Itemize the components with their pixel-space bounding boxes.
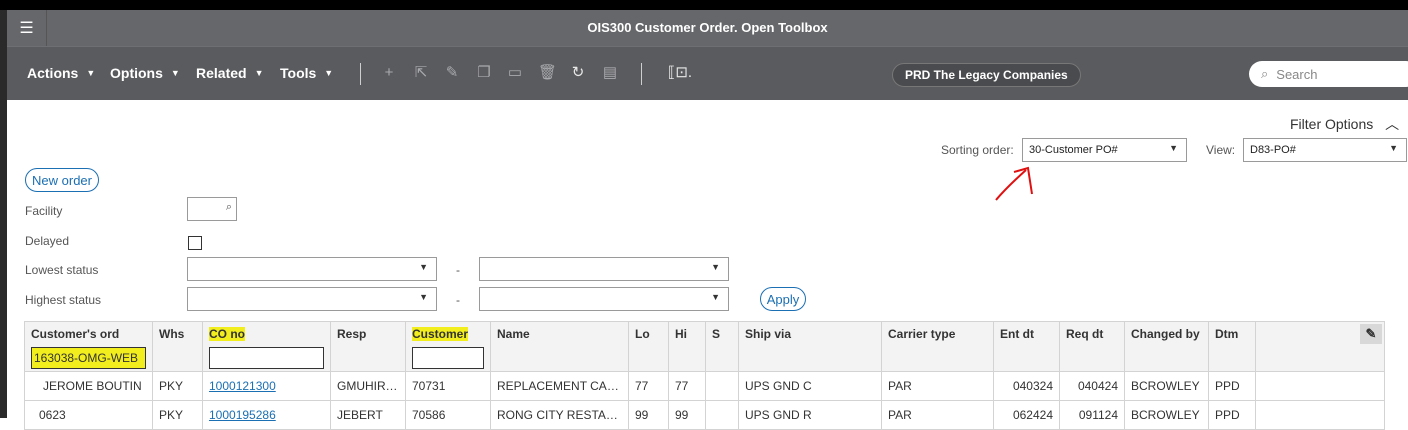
co-no-filter-input[interactable] — [209, 347, 324, 369]
highest-status-label: Highest status — [25, 293, 102, 307]
chevron-down-icon: ▼ — [419, 292, 428, 302]
search-icon: ⌕ — [1261, 66, 1269, 81]
filter-options-toggle[interactable]: Filter Options ︿ — [1290, 114, 1399, 134]
facility-label: Facility — [25, 204, 63, 218]
title-bar: ☰ OIS300 Customer Order. Open Toolbox — [7, 10, 1408, 46]
new-order-button[interactable]: New order — [25, 168, 99, 192]
co-no-link[interactable]: 1000195286 — [209, 408, 276, 422]
top-strip — [0, 0, 1408, 10]
lowest-status-to-select[interactable]: ▼ — [479, 257, 729, 281]
column-header-ship-via[interactable]: Ship via — [738, 321, 882, 372]
chevron-down-icon: ▼ — [170, 68, 180, 78]
select-icon[interactable]: ⇱ — [412, 63, 430, 83]
chevron-down-icon: ▼ — [324, 68, 334, 78]
co-no-link[interactable]: 1000121300 — [209, 379, 276, 393]
column-header-hi[interactable]: Hi — [668, 321, 706, 372]
left-edge — [0, 10, 7, 418]
column-header-name[interactable]: Name — [490, 321, 629, 372]
menu-tools[interactable]: Tools ▼ — [280, 65, 333, 81]
range-dash: - — [456, 293, 460, 307]
lowest-status-label: Lowest status — [25, 263, 99, 277]
column-header-customer[interactable]: Customer — [405, 321, 491, 372]
column-header-resp[interactable]: Resp — [330, 321, 406, 372]
column-settings-cell: ✎ — [1255, 321, 1385, 372]
chevron-down-icon: ▼ — [711, 292, 720, 302]
column-header-co-no[interactable]: CO no — [202, 321, 331, 372]
chevron-down-icon: ▼ — [1389, 143, 1398, 153]
column-header-changed-by[interactable]: Changed by — [1124, 321, 1209, 372]
chevron-down-icon: ▼ — [254, 68, 264, 78]
sorting-order-label: Sorting order: — [941, 143, 1014, 157]
delayed-label: Delayed — [25, 234, 70, 248]
add-icon[interactable]: + — [380, 63, 398, 83]
facility-field[interactable]: ⌕ — [187, 197, 237, 221]
copy-icon[interactable]: ❐ — [475, 63, 493, 83]
range-dash: - — [456, 263, 460, 277]
toolbar: Actions ▼ Options ▼ Related ▼ Tools ▼ + ⇱ ✎ … — [7, 46, 1408, 100]
edit-icon[interactable]: ✎ — [443, 63, 461, 83]
chevron-down-icon: ▼ — [1169, 143, 1178, 153]
calendar-icon[interactable]: ▤ — [601, 63, 619, 83]
column-header-whs[interactable]: Whs — [152, 321, 203, 372]
column-header-ent-dt[interactable]: Ent dt — [993, 321, 1060, 372]
view-label: View: — [1206, 143, 1236, 157]
column-header-carrier-type[interactable]: Carrier type — [881, 321, 994, 372]
red-arrow-annotation — [995, 166, 1033, 201]
column-header-customers-ord[interactable]: Customer's ord 163038-OMG-WEB — [24, 321, 153, 372]
menu-actions[interactable]: Actions ▼ — [27, 65, 95, 81]
highest-status-to-select[interactable]: ▼ — [479, 287, 729, 311]
refresh-icon[interactable]: ↻ — [569, 63, 587, 83]
menu-related[interactable]: Related ▼ — [196, 65, 264, 81]
column-header-lo[interactable]: Lo — [628, 321, 669, 372]
menu-options[interactable]: Options ▼ — [110, 65, 180, 81]
delete-icon[interactable]: 🗑 — [538, 63, 557, 83]
column-header-s[interactable]: S — [705, 321, 739, 372]
search-input[interactable]: Search — [1276, 67, 1317, 82]
column-header-req-dt[interactable]: Req dt — [1059, 321, 1125, 372]
hamburger-menu-icon[interactable]: ☰ — [7, 10, 47, 46]
search-icon[interactable]: ⌕ — [226, 201, 232, 214]
highest-status-from-select[interactable]: ▼ — [187, 287, 437, 311]
panel-icon[interactable]: ⟦⊡. — [663, 63, 697, 83]
table-row[interactable]: JEROME BOUTIN PKY 1000121300 GMUHIRWA 70… — [24, 371, 1385, 401]
delayed-checkbox[interactable] — [188, 236, 202, 250]
chevron-up-icon: ︿ — [1385, 116, 1400, 132]
customers-ord-filter-input[interactable]: 163038-OMG-WEB — [31, 347, 146, 369]
grid-header-row: Customer's ord 163038-OMG-WEB Whs CO no … — [24, 321, 1385, 372]
apply-button[interactable]: Apply — [760, 287, 806, 311]
display-icon[interactable]: ▭ — [506, 63, 524, 83]
chevron-down-icon: ▼ — [419, 262, 428, 272]
view-select[interactable]: D83-PO# ▼ — [1243, 138, 1407, 162]
chevron-down-icon: ▼ — [86, 68, 96, 78]
chevron-down-icon: ▼ — [711, 262, 720, 272]
lowest-status-from-select[interactable]: ▼ — [187, 257, 437, 281]
window-title: OIS300 Customer Order. Open Toolbox — [587, 20, 828, 35]
column-header-dtm[interactable]: Dtm — [1208, 321, 1256, 372]
search-box[interactable]: ⌕ Search — [1249, 61, 1408, 87]
customer-filter-input[interactable] — [412, 347, 484, 369]
edit-columns-icon[interactable]: ✎ — [1360, 324, 1382, 344]
toolbar-separator — [641, 63, 642, 85]
sorting-order-select[interactable]: 30-Customer PO# ▼ — [1022, 138, 1187, 162]
orders-grid: Customer's ord 163038-OMG-WEB Whs CO no … — [24, 321, 1385, 430]
environment-badge[interactable]: PRD The Legacy Companies — [892, 63, 1081, 87]
toolbar-separator — [360, 63, 361, 85]
table-row[interactable]: 0623 PKY 1000195286 JEBERT 70586 RONG CI… — [24, 400, 1385, 430]
main-content: Filter Options ︿ Sorting order: 30-Custo… — [7, 100, 1408, 430]
